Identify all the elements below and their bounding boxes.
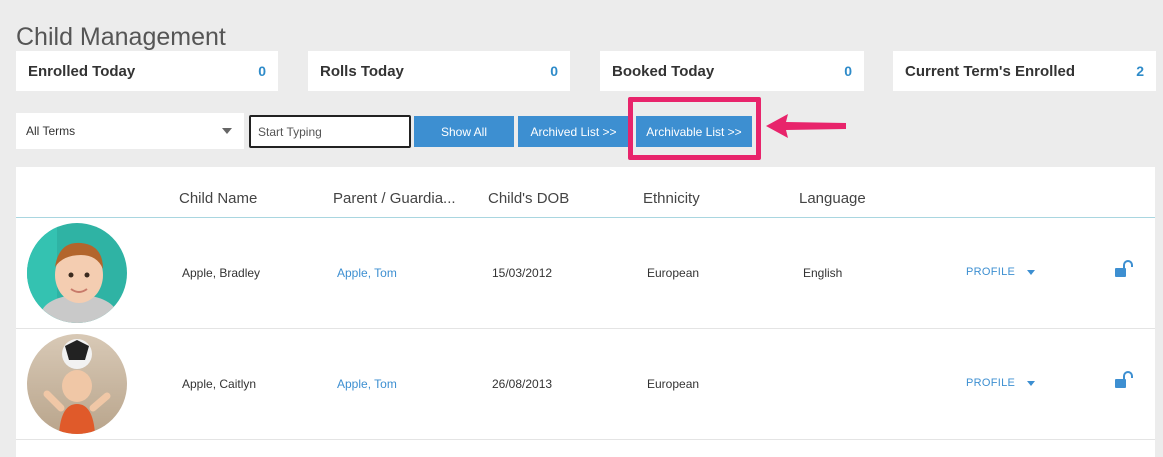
archived-list-button[interactable]: Archived List >>: [518, 116, 629, 147]
term-select[interactable]: All Terms: [16, 113, 244, 149]
term-select-value: All Terms: [26, 124, 76, 138]
unlock-icon[interactable]: [1113, 260, 1133, 278]
table-header: Child Name Parent / Guardia... Child's D…: [16, 167, 1155, 218]
pointer-arrow-icon: [766, 114, 846, 138]
child-dob: 26/08/2013: [492, 377, 553, 391]
profile-label[interactable]: PROFILE: [960, 266, 1021, 278]
column-header-parent[interactable]: Parent / Guardia...: [333, 190, 456, 207]
stat-label: Booked Today: [612, 62, 715, 80]
stat-value: 0: [550, 63, 558, 79]
child-language: English: [803, 266, 843, 280]
column-header-child-name[interactable]: Child Name: [179, 190, 257, 207]
table-row: Apple, Bradley Apple, Tom 15/03/2012 Eur…: [16, 218, 1155, 329]
stat-value: 2: [1136, 63, 1144, 79]
stat-label: Enrolled Today: [28, 62, 136, 80]
child-table: Child Name Parent / Guardia... Child's D…: [16, 167, 1155, 457]
column-header-language[interactable]: Language: [799, 190, 866, 207]
child-name: Apple, Bradley: [182, 266, 261, 280]
parent-link[interactable]: Apple, Tom: [337, 266, 397, 280]
avatar: [27, 334, 127, 434]
stat-value: 0: [258, 63, 266, 79]
stat-booked-today: Booked Today 0: [600, 51, 864, 91]
caret-down-icon: [222, 128, 232, 134]
highlight-box: [628, 97, 761, 160]
stat-rolls-today: Rolls Today 0: [308, 51, 570, 91]
parent-link[interactable]: Apple, Tom: [337, 377, 397, 391]
caret-down-icon[interactable]: [1027, 269, 1036, 275]
caret-down-icon[interactable]: [1027, 380, 1036, 386]
child-name: Apple, Caitlyn: [182, 377, 257, 391]
show-all-button[interactable]: Show All: [414, 116, 514, 147]
column-header-dob[interactable]: Child's DOB: [488, 190, 569, 207]
stat-value: 0: [844, 63, 852, 79]
column-header-ethnicity[interactable]: Ethnicity: [643, 190, 700, 207]
page-title: Child Management: [16, 22, 226, 51]
child-ethnicity: European: [647, 266, 700, 280]
profile-button[interactable]: PROFILE: [960, 369, 1042, 397]
child-dob: 15/03/2012: [492, 266, 553, 280]
unlock-icon[interactable]: [1113, 371, 1133, 389]
profile-label[interactable]: PROFILE: [960, 377, 1021, 389]
stat-label: Rolls Today: [320, 62, 404, 80]
stat-enrolled-today: Enrolled Today 0: [16, 51, 278, 91]
profile-button[interactable]: PROFILE: [960, 258, 1042, 286]
search-input[interactable]: [249, 115, 411, 148]
stat-label: Current Term's Enrolled: [905, 62, 1075, 80]
stat-current-term-enrolled: Current Term's Enrolled 2: [893, 51, 1156, 91]
table-row: Apple, Caitlyn Apple, Tom 26/08/2013 Eur…: [16, 329, 1155, 440]
child-ethnicity: European: [647, 377, 700, 391]
avatar: [27, 223, 127, 323]
